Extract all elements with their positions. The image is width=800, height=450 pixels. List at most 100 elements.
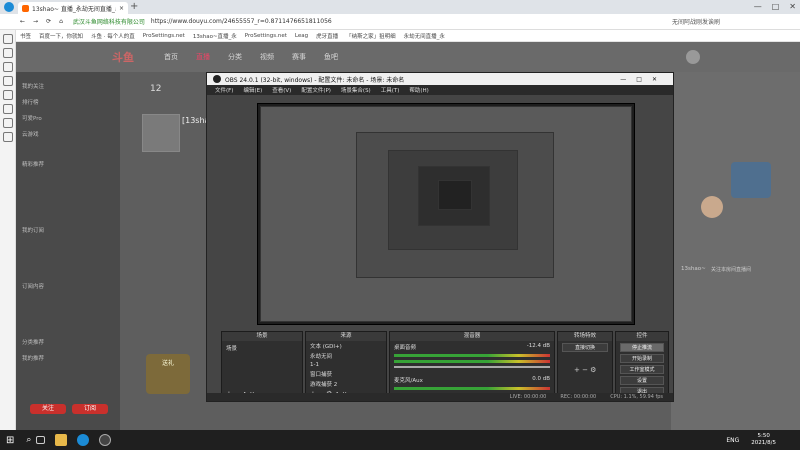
sources-dock: 来源 文本 (GDI+) 永劫无间 1-1 窗口捕获 游戏捕获 2 + − ⚙ …: [305, 331, 387, 401]
obs-menu-item[interactable]: 帮助(H): [409, 86, 428, 94]
window-controls: — □ ✕: [754, 2, 796, 11]
nav-item[interactable]: 直播: [196, 52, 210, 62]
left-menu-item[interactable]: 云游戏: [22, 126, 114, 142]
refresh-icon[interactable]: ⟳: [46, 18, 51, 25]
sidebar-icon[interactable]: [3, 132, 13, 142]
scenes-dock: 场景 场景 + − ∧ ∨: [221, 331, 303, 401]
site-logo[interactable]: 斗鱼: [112, 49, 134, 65]
address-right-text[interactable]: 无间阿战刚发诶刷: [672, 17, 720, 26]
bookmark-item[interactable]: ProSettings.net: [143, 33, 185, 39]
maximize-icon[interactable]: □: [772, 2, 780, 11]
controls-header: 控件: [616, 332, 668, 341]
bookmark-item[interactable]: ProSettings.net: [245, 33, 287, 39]
left-menu-item[interactable]: 可爱Pro: [22, 110, 114, 126]
back-icon[interactable]: ←: [20, 18, 25, 25]
left-menu-item[interactable]: 排行榜: [22, 94, 114, 110]
scene-item[interactable]: 场景: [222, 341, 302, 355]
sidebar-icon[interactable]: [3, 90, 13, 100]
volume-slider[interactable]: [394, 366, 550, 368]
transition-select[interactable]: 直接切换: [562, 343, 608, 352]
search-icon[interactable]: ⌕: [26, 435, 31, 445]
obs-menu-item[interactable]: 查看(V): [272, 86, 291, 94]
mixer-track-db: -12.4 dB: [526, 343, 550, 349]
settings-button[interactable]: 设置: [620, 376, 664, 385]
home-icon[interactable]: ⌂: [59, 18, 63, 25]
mixer-dock: 混音器 桌面音频 -12.4 dB 麦克风/Aux 0.0 dB: [389, 331, 555, 401]
follow-count: 12: [150, 84, 162, 94]
mixer-header: 混音器: [390, 332, 554, 341]
obs-taskbar-icon[interactable]: [99, 434, 112, 446]
streamer-avatar[interactable]: [142, 114, 180, 152]
subscribe-button[interactable]: 订阅: [72, 404, 108, 414]
nav-item[interactable]: 首页: [164, 52, 178, 62]
transition-buttons[interactable]: + − ⚙: [574, 366, 596, 374]
sidebar-icon[interactable]: [3, 34, 13, 44]
cpu-status: CPU: 1.1%, 59.94 fps: [610, 394, 663, 400]
task-view-icon[interactable]: [36, 436, 46, 444]
left-menu-item[interactable]: 订阅内容: [22, 278, 114, 294]
bookmark-item[interactable]: 「纳斯之家」狙明细: [346, 32, 396, 40]
clock-time: 5:50: [757, 433, 770, 439]
clock-date: 2021/8/5: [751, 440, 776, 446]
sidebar-icon[interactable]: [3, 62, 13, 72]
bookmark-item[interactable]: 书签: [20, 32, 31, 40]
mixer-track-db: 0.0 dB: [532, 376, 550, 382]
user-avatar[interactable]: [686, 50, 700, 64]
source-item[interactable]: 永劫无间: [306, 351, 386, 361]
obs-menu-item[interactable]: 工具(T): [381, 86, 400, 94]
tray-lang[interactable]: ENG: [726, 437, 739, 444]
anchor-avatar[interactable]: [701, 196, 723, 218]
address-bar: ← → ⟳ ⌂ 武汉斗鱼网络科技有限公司 https://www.douyu.c…: [0, 14, 800, 30]
bookmark-item[interactable]: 永劫无间直播_永: [404, 32, 445, 40]
minimize-icon[interactable]: —: [754, 2, 762, 11]
left-menu-item[interactable]: 我的推荐: [22, 350, 114, 366]
transitions-header: 转场特效: [558, 332, 612, 341]
tab-close-icon[interactable]: ×: [119, 5, 124, 12]
sidebar-icon[interactable]: [3, 48, 13, 58]
source-item[interactable]: 1-1: [306, 361, 386, 369]
nav-item[interactable]: 视频: [260, 52, 274, 62]
obs-menu-item[interactable]: 场景集合(S): [341, 86, 371, 94]
sidebar-icon[interactable]: [3, 104, 13, 114]
nav-item[interactable]: 鱼吧: [324, 52, 338, 62]
sidebar-icon[interactable]: [3, 118, 13, 128]
source-item[interactable]: 窗口捕获: [306, 369, 386, 379]
audio-meter: [394, 387, 550, 390]
browser-tab[interactable]: 13shao~ 直播_永劫无间直播_斗鱼 ×: [18, 2, 128, 14]
bookmark-item[interactable]: 斗鱼 · 每个人的直: [91, 32, 135, 40]
new-tab-button[interactable]: +: [130, 1, 138, 12]
close-window-icon[interactable]: ✕: [789, 2, 796, 11]
source-item[interactable]: 游戏捕获 2: [306, 379, 386, 389]
nav-item[interactable]: 赛事: [292, 52, 306, 62]
left-menu-item[interactable]: 我的订阅: [22, 222, 114, 238]
studio-mode-button[interactable]: 工作室模式: [620, 365, 664, 374]
follow-button[interactable]: 关注: [30, 404, 66, 414]
left-menu-item[interactable]: 分类推荐: [22, 334, 114, 350]
obs-menu-item[interactable]: 配置文件(P): [301, 86, 331, 94]
obs-window-controls[interactable]: —□✕: [620, 76, 667, 83]
bookmark-item[interactable]: 13shao~直播_永: [193, 32, 237, 40]
bookmark-item[interactable]: Leag: [295, 33, 308, 39]
obs-menu-item[interactable]: 编辑(E): [243, 86, 262, 94]
tray-clock[interactable]: 5:50 2021/8/5: [751, 433, 776, 447]
source-item[interactable]: 文本 (GDI+): [306, 341, 386, 351]
forward-icon[interactable]: →: [33, 18, 38, 25]
bookmark-item[interactable]: 虎牙直播: [316, 32, 338, 40]
file-explorer-icon[interactable]: [55, 434, 68, 446]
mixer-track-name: 麦克风/Aux: [394, 378, 423, 384]
browser-taskbar-icon[interactable]: [77, 434, 90, 446]
stop-stream-button[interactable]: 停止推流: [620, 343, 664, 352]
bookmark-item[interactable]: 百度一下，你就知: [39, 32, 83, 40]
site-identity[interactable]: 武汉斗鱼网络科技有限公司: [73, 17, 145, 26]
left-menu-item[interactable]: 我的关注: [22, 78, 114, 94]
obs-menu-item[interactable]: 文件(F): [215, 86, 233, 94]
obs-preview[interactable]: [257, 103, 635, 325]
left-menu-item[interactable]: 精彩推荐: [22, 156, 114, 172]
gift-badge[interactable]: 送礼: [146, 354, 190, 394]
sidebar-icon[interactable]: [3, 76, 13, 86]
nav-item[interactable]: 分类: [228, 52, 242, 62]
start-icon[interactable]: ⊞: [6, 435, 14, 446]
url-field[interactable]: https://www.douyu.com/24655557_r=0.87114…: [151, 18, 332, 25]
start-recording-button[interactable]: 开始录制: [620, 354, 664, 363]
promo-badge[interactable]: [731, 162, 771, 198]
